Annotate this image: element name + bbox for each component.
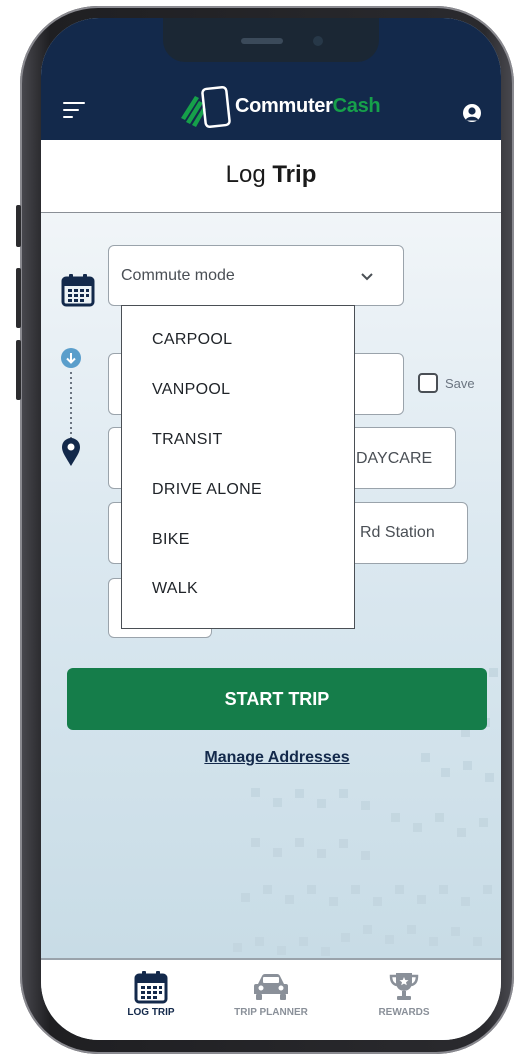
start-trip-button[interactable]: START TRIP	[67, 668, 487, 730]
commute-mode-placeholder: Commute mode	[121, 267, 235, 284]
tab-log-trip[interactable]: LOG TRIP	[96, 960, 206, 1040]
page-title: Log Trip	[41, 140, 501, 214]
destination-value: DAYCARE	[356, 450, 433, 467]
tab-label-rewards: REWARDS	[378, 1007, 430, 1018]
app-screen: CommuterCash Log Trip Commute mode Save …	[41, 18, 501, 1040]
phone-side-button	[16, 205, 21, 247]
trophy-icon	[389, 973, 419, 1000]
manage-addresses-link[interactable]: Manage Addresses	[41, 749, 501, 767]
tab-trip-planner[interactable]: TRIP PLANNER	[216, 960, 326, 1040]
station-value: Rd Station	[360, 524, 435, 541]
destination-pin-icon	[62, 438, 80, 466]
save-label: Save	[445, 376, 475, 391]
user-account-icon[interactable]	[463, 104, 481, 122]
calendar-icon	[134, 971, 168, 1004]
page-title-bold: Trip	[272, 161, 317, 188]
speaker-grille	[241, 38, 283, 44]
brand-name: CommuterCash	[235, 94, 381, 118]
phone-notch	[163, 18, 379, 62]
hamburger-menu-icon[interactable]	[63, 102, 85, 118]
tab-label-trip-planner: TRIP PLANNER	[234, 1007, 308, 1018]
option-carpool[interactable]: CARPOOL	[152, 331, 232, 349]
tab-rewards[interactable]: REWARDS	[349, 960, 459, 1040]
option-vanpool[interactable]: VANPOOL	[152, 381, 230, 399]
tab-label-log-trip: LOG TRIP	[127, 1007, 175, 1018]
log-trip-form: Commute mode Save DAYCARE Rd Station CAR…	[41, 213, 501, 958]
money-phone-icon	[181, 85, 231, 129]
brand-name-commuter: Commuter	[235, 94, 333, 117]
chevron-down-icon	[361, 273, 373, 281]
bottom-navigation: LOG TRIP TRIP PLANNER REWARDS	[41, 958, 501, 1040]
option-bike[interactable]: BIKE	[152, 531, 190, 549]
brand-name-cash: Cash	[332, 94, 381, 117]
save-checkbox[interactable]	[418, 373, 438, 393]
option-transit[interactable]: TRANSIT	[152, 431, 223, 449]
option-drive-alone[interactable]: DRIVE ALONE	[152, 481, 262, 499]
option-walk[interactable]: WALK	[152, 580, 198, 598]
car-icon	[254, 974, 288, 1000]
commutercash-logo: CommuterCash	[177, 82, 381, 130]
commute-mode-select[interactable]: Commute mode	[108, 245, 404, 306]
page-title-prefix: Log	[225, 161, 273, 188]
route-indicator	[61, 348, 81, 466]
phone-side-button	[16, 340, 21, 400]
commute-mode-dropdown: CARPOOL VANPOOL TRANSIT DRIVE ALONE BIKE…	[121, 305, 355, 629]
phone-side-button	[16, 268, 21, 328]
front-camera	[313, 36, 323, 46]
calendar-icon	[61, 274, 95, 307]
